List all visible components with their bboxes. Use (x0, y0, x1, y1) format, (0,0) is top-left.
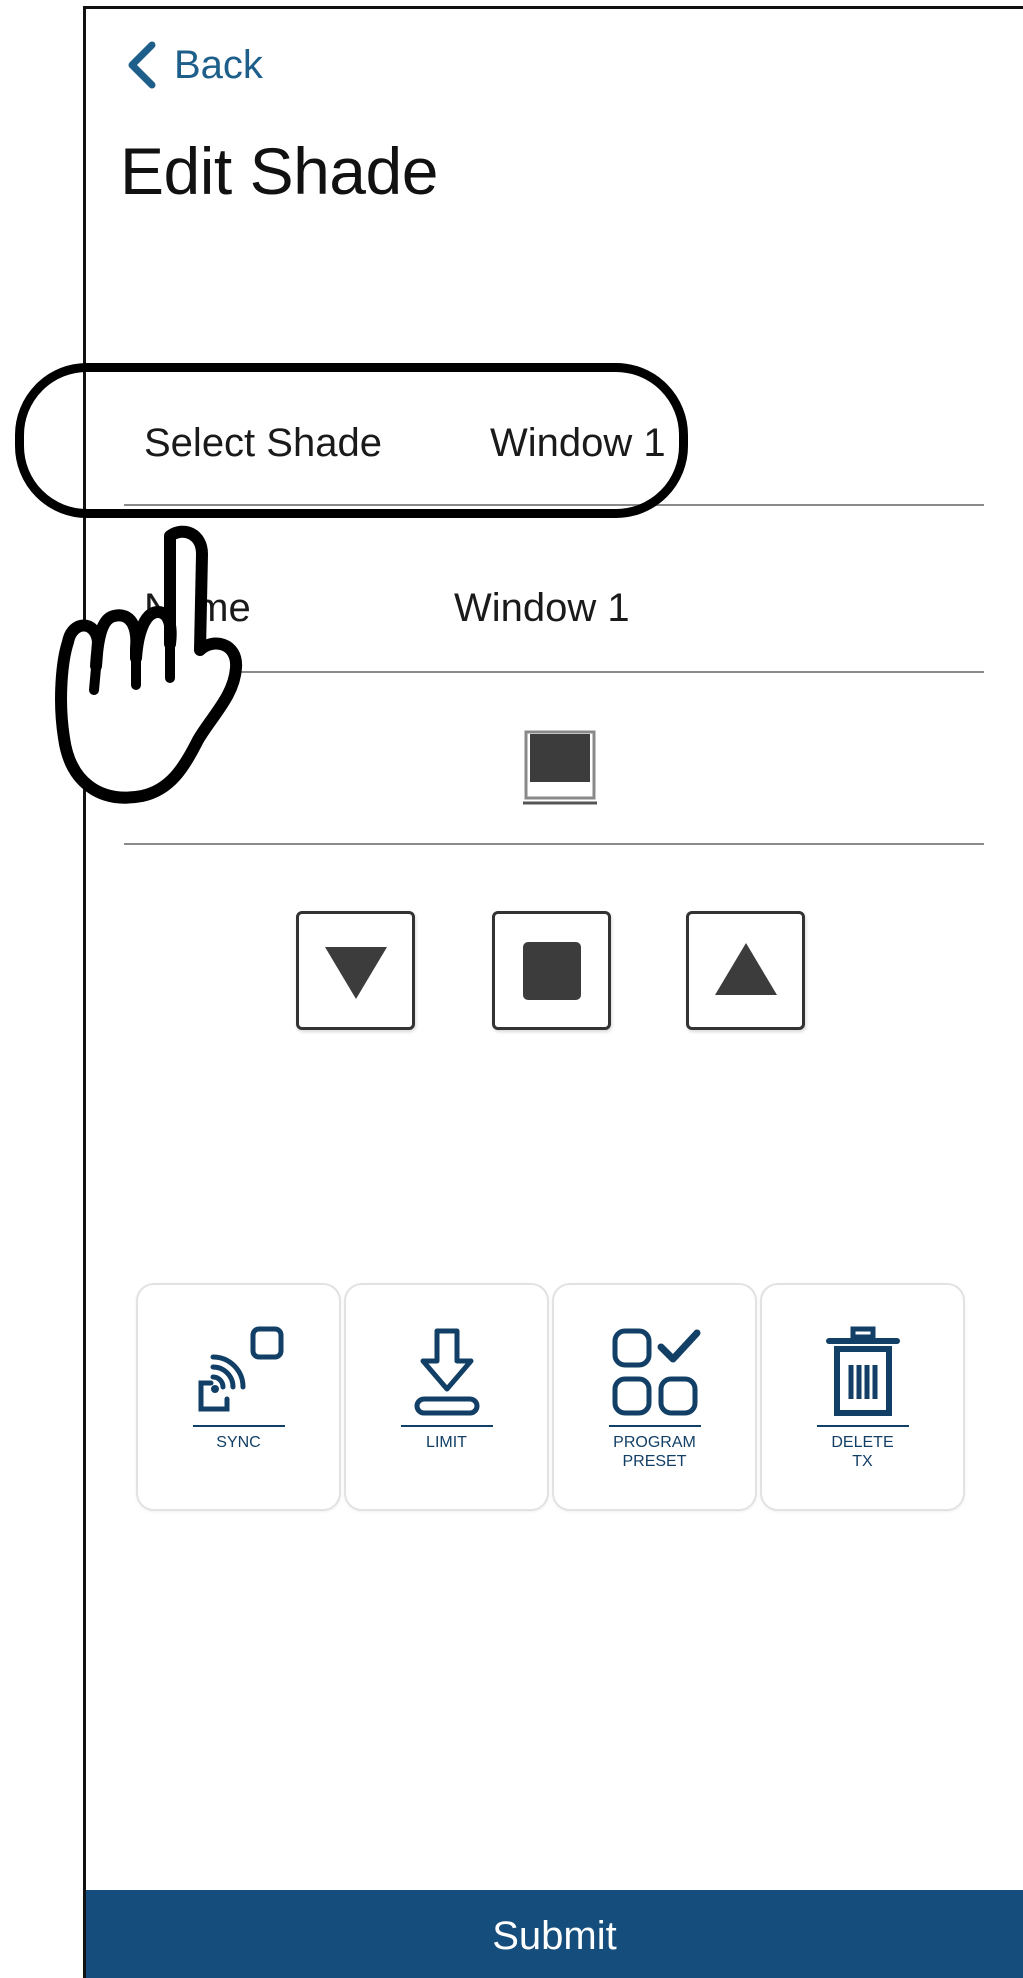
submit-button[interactable]: Submit (86, 1890, 1023, 1978)
name-row: Name Window 1 (124, 506, 984, 673)
name-value[interactable]: Window 1 (454, 586, 630, 631)
select-shade-label: Select Shade (144, 421, 382, 465)
program-preset-underline (608, 1425, 701, 1427)
up-button[interactable] (686, 911, 805, 1030)
window-shade-icon[interactable] (523, 729, 597, 805)
name-label: Name (144, 586, 251, 630)
select-shade-row[interactable]: Select Shade Window 1 (124, 369, 984, 506)
delete-tx-button[interactable]: DELETE TX (760, 1283, 965, 1511)
down-button[interactable] (296, 911, 415, 1030)
limit-icon (414, 1328, 479, 1416)
delete-tx-label: DELETE TX (831, 1434, 894, 1470)
triangle-up-icon (714, 942, 777, 995)
program-preset-icon (612, 1328, 700, 1416)
program-preset-label: PROGRAM PRESET (613, 1434, 696, 1470)
back-button[interactable]: Back (124, 39, 263, 91)
sync-underline (192, 1425, 285, 1427)
chevron-left-icon (128, 41, 156, 89)
sync-button[interactable]: SYNC (136, 1283, 341, 1511)
stop-button[interactable] (492, 911, 611, 1030)
delete-tx-underline (816, 1425, 909, 1427)
page-title: Edit Shade (120, 134, 438, 208)
action-buttons: SYNC LIMIT PROGRAM PRESET DELETE TX (136, 1283, 966, 1513)
sync-label: SYNC (216, 1434, 261, 1451)
edit-shade-screen: Back Edit Shade Select Shade Window 1 Na… (83, 6, 1023, 1978)
triangle-down-icon (324, 946, 387, 999)
limit-underline (400, 1425, 493, 1427)
delete-tx-icon (825, 1326, 900, 1416)
shade-icon-row (124, 673, 984, 845)
sync-icon (198, 1326, 283, 1412)
program-preset-button[interactable]: PROGRAM PRESET (552, 1283, 757, 1511)
limit-button[interactable]: LIMIT (344, 1283, 549, 1511)
back-label: Back (174, 42, 263, 87)
square-stop-icon (522, 941, 581, 1000)
select-shade-value[interactable]: Window 1 (490, 421, 666, 466)
limit-label: LIMIT (426, 1434, 467, 1451)
